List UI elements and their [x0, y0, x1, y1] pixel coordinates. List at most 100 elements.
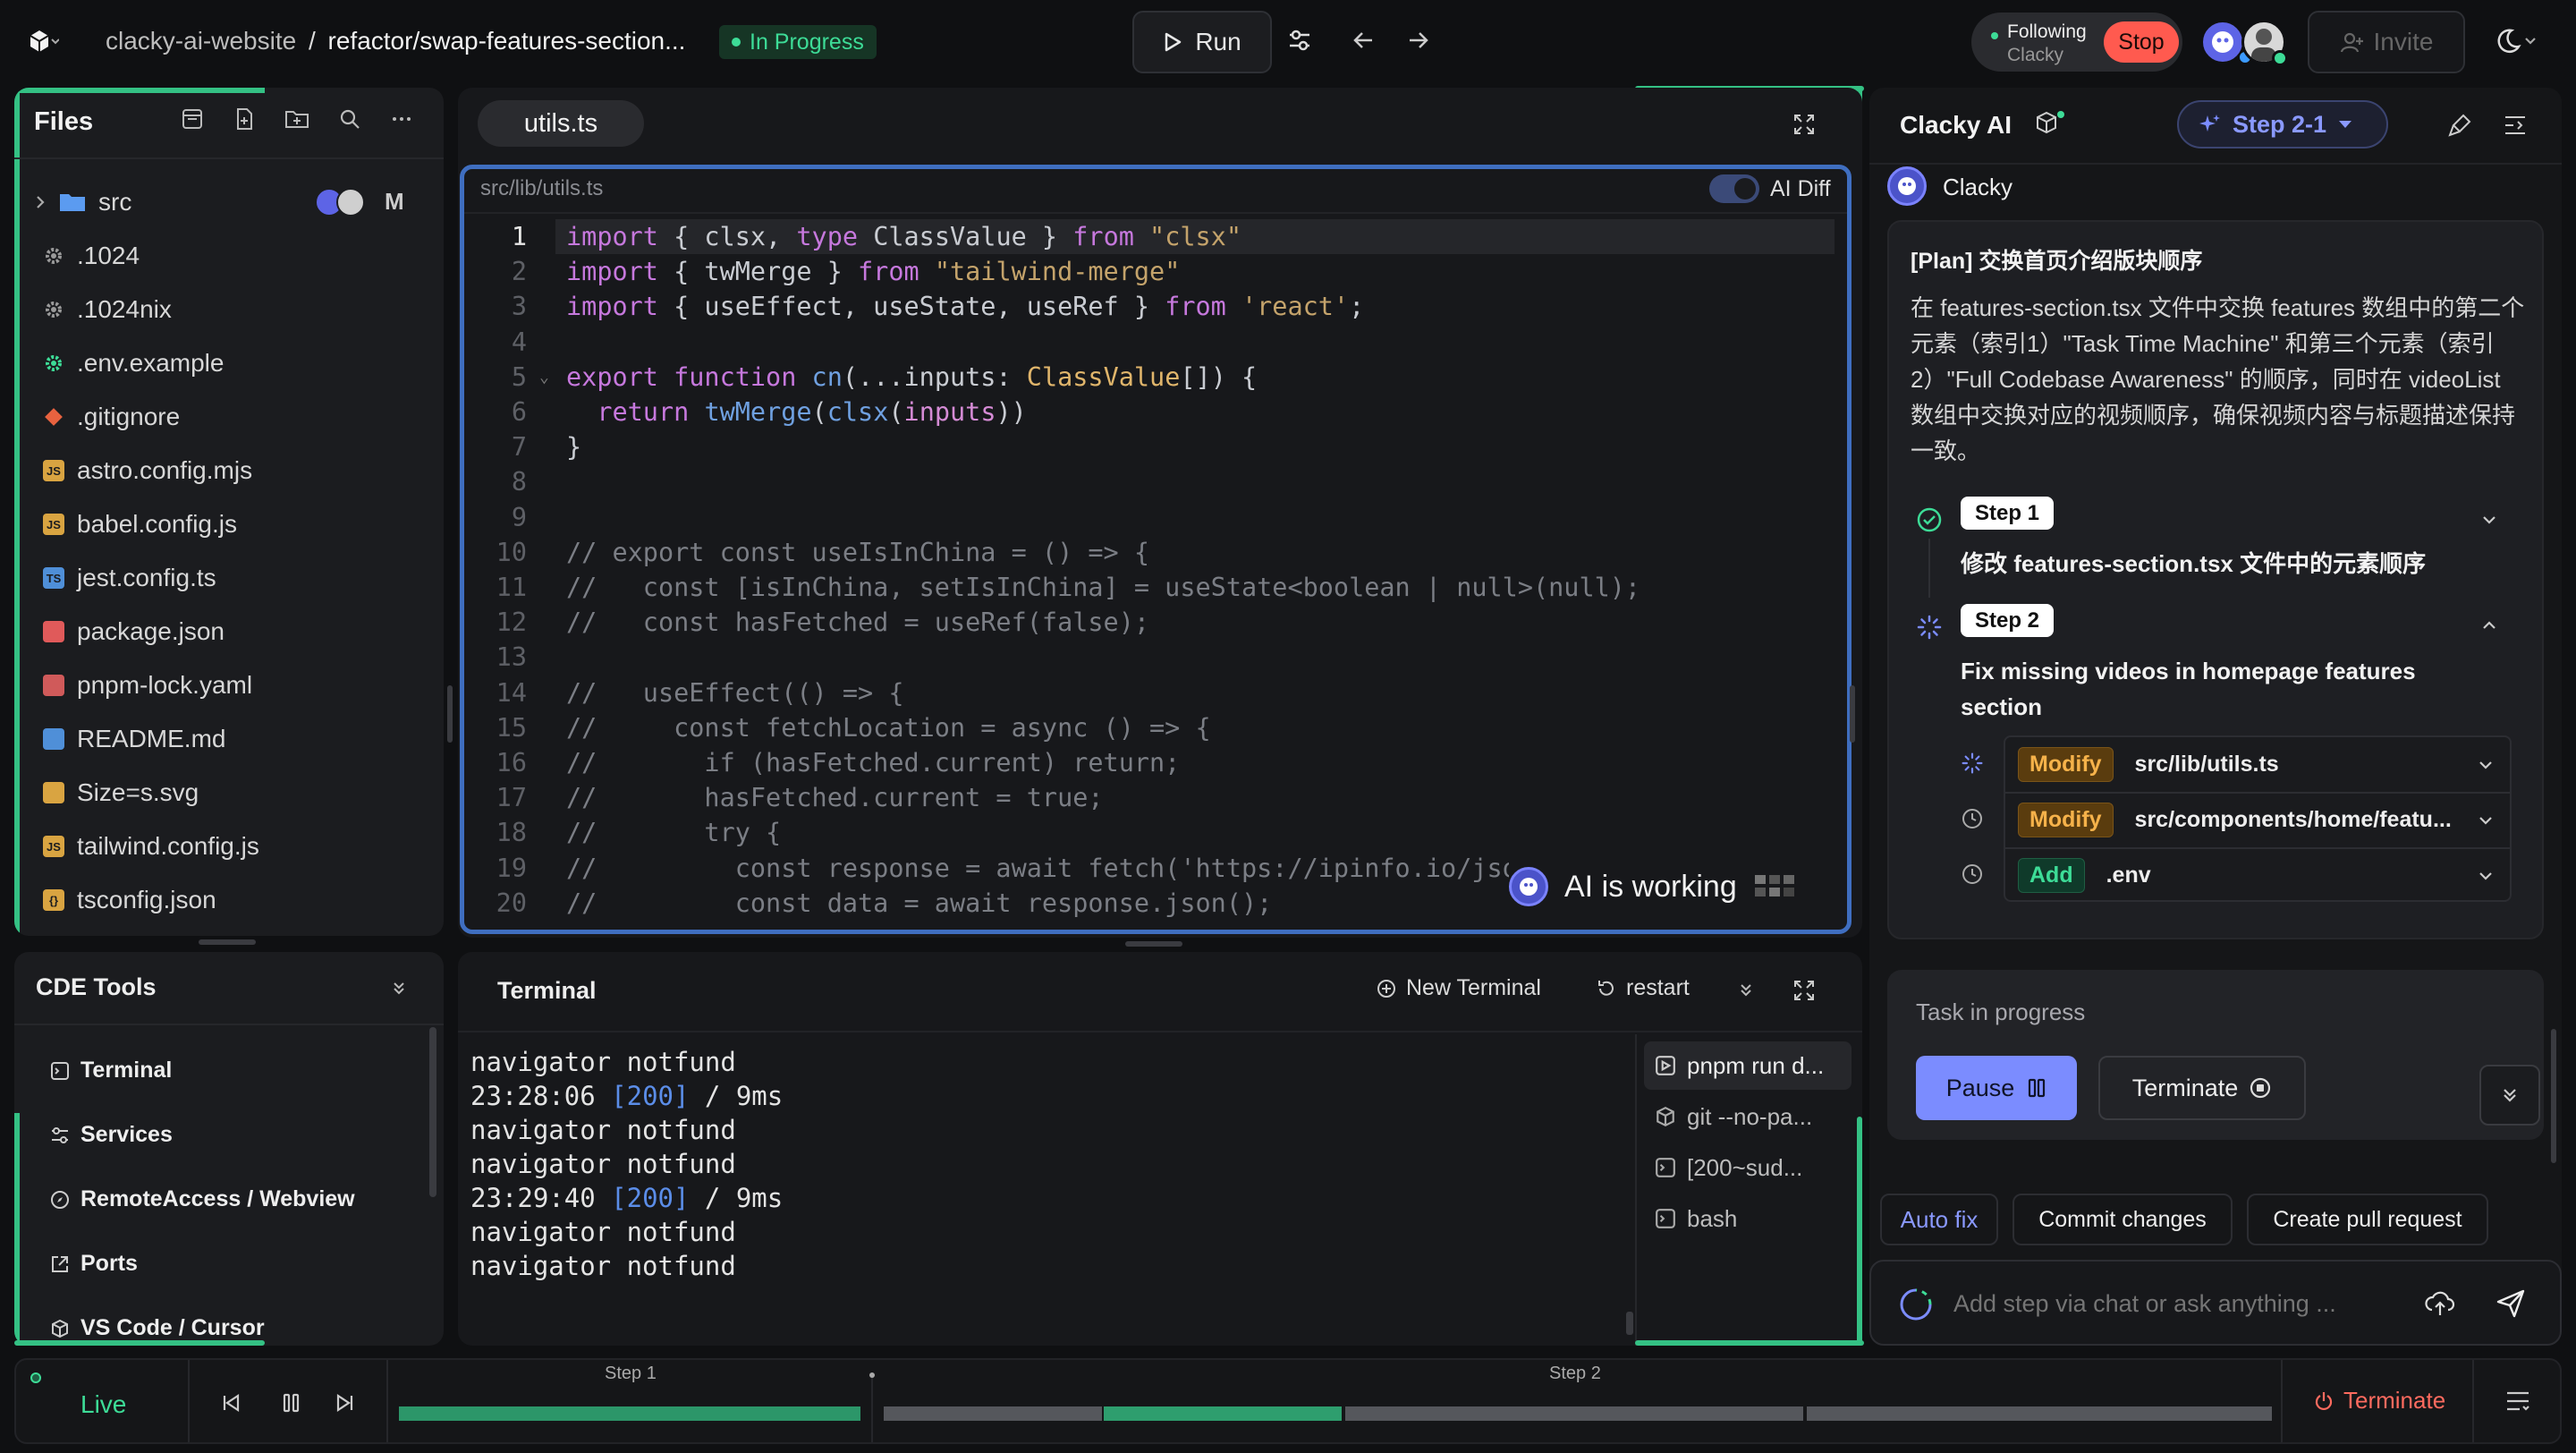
code-line[interactable]: 12 // const hasFetched = useRef(false);	[464, 605, 1842, 640]
cde-item-terminal[interactable]: Terminal	[50, 1058, 172, 1083]
collapse-all-icon[interactable]	[181, 107, 204, 131]
terminal-session-item[interactable]: bash	[1644, 1194, 1852, 1243]
invite-button[interactable]: Invite	[2308, 11, 2465, 73]
file-tree-item[interactable]: JS babel.config.js	[14, 497, 444, 551]
scrollbar[interactable]	[429, 1027, 436, 1197]
collapse-icon[interactable]	[390, 979, 408, 997]
code-line[interactable]: 8	[464, 464, 1842, 499]
breadcrumb-branch[interactable]: refactor/swap-features-section...	[328, 27, 686, 55]
file-tree-item[interactable]: .1024nix	[14, 283, 444, 336]
new-file-icon[interactable]	[233, 107, 256, 131]
code-line[interactable]: 1 import { clsx, type ClassValue } from "…	[464, 219, 1842, 254]
theme-toggle-icon[interactable]	[2492, 27, 2540, 55]
file-tree-item[interactable]: TS jest.config.ts	[14, 551, 444, 605]
run-button[interactable]: Run	[1132, 11, 1272, 73]
terminal-session-item[interactable]: git --no-pa...	[1644, 1092, 1852, 1141]
file-tree-item[interactable]: JS astro.config.mjs	[14, 444, 444, 497]
dock-panel-icon[interactable]	[2503, 113, 2528, 138]
resize-handle[interactable]	[447, 685, 453, 743]
resize-handle[interactable]	[1125, 941, 1182, 947]
pause-button[interactable]: Pause	[1916, 1056, 2077, 1120]
chevron-up-icon[interactable]	[2479, 616, 2499, 635]
chevron-down-icon[interactable]	[2476, 811, 2496, 830]
code-line[interactable]: 13	[464, 640, 1842, 675]
cde-item-remote-access[interactable]: RemoteAccess / Webview	[50, 1186, 355, 1212]
fold-chevron-icon[interactable]: ⌄	[539, 360, 549, 395]
skip-back-icon[interactable]	[220, 1392, 243, 1414]
chevron-down-icon[interactable]	[2476, 755, 2496, 775]
send-icon[interactable]	[2496, 1288, 2526, 1319]
cde-item-vscode[interactable]: VS Code / Cursor	[50, 1315, 265, 1341]
code-line[interactable]: 4	[464, 325, 1842, 360]
new-terminal-button[interactable]: New Terminal	[1376, 975, 1541, 1001]
terminal-output[interactable]: navigator notfund 23:28:06 [200] / 9ms nav…	[470, 1045, 1365, 1331]
file-tree-item-src[interactable]: src M	[14, 175, 444, 229]
chevron-down-icon[interactable]	[2476, 866, 2496, 886]
terminate-button[interactable]: Terminate	[2098, 1056, 2306, 1120]
upload-cloud-icon[interactable]	[2424, 1288, 2456, 1319]
code-line[interactable]: 10 // export const useIsInChina = () => {	[464, 535, 1842, 570]
forward-arrow-icon[interactable]	[1406, 29, 1429, 52]
timeline-terminate-button[interactable]: Terminate	[2313, 1387, 2445, 1415]
back-arrow-icon[interactable]	[1352, 29, 1376, 52]
code-line[interactable]: 18 // try {	[464, 815, 1842, 850]
file-tree-item[interactable]: .1024	[14, 229, 444, 283]
app-logo-icon[interactable]	[27, 29, 59, 54]
file-tree-item[interactable]: pnpm-lock.yaml	[14, 659, 444, 712]
scrollbar[interactable]	[1626, 1312, 1633, 1335]
subtask-row[interactable]: Add .env	[2005, 848, 2510, 903]
cde-item-services[interactable]: Services	[50, 1122, 173, 1148]
expand-icon[interactable]	[1792, 979, 1816, 1002]
code-line[interactable]: 14 // useEffect(() => {	[464, 676, 1842, 710]
code-line[interactable]: 16 // if (hasFetched.current) return;	[464, 745, 1842, 780]
settings-sliders-icon[interactable]	[1286, 27, 1313, 54]
code-line[interactable]: 5 ⌄ export function cn(...inputs: ClassVal…	[464, 360, 1842, 395]
file-tree-item[interactable]: package.json	[14, 605, 444, 659]
live-label[interactable]: Live	[80, 1390, 126, 1419]
code-line[interactable]: 3 import { useEffect, useState, useRef } …	[464, 289, 1842, 324]
stop-button[interactable]: Stop	[2104, 21, 2179, 63]
file-tree-item[interactable]: .gitignore	[14, 390, 444, 444]
scrollbar[interactable]	[2551, 1029, 2556, 1163]
code-editor[interactable]: src/lib/utils.ts AI Diff 1 import { clsx,…	[460, 165, 1852, 934]
breadcrumb-project[interactable]: clacky-ai-website	[106, 27, 296, 55]
restart-button[interactable]: restart	[1596, 975, 1690, 1001]
expand-icon[interactable]	[1792, 113, 1816, 136]
cde-item-ports[interactable]: Ports	[50, 1251, 138, 1277]
toggle-switch[interactable]	[1709, 174, 1759, 203]
list-menu-icon[interactable]	[2504, 1389, 2531, 1414]
resize-handle[interactable]	[1850, 685, 1855, 743]
pause-icon[interactable]	[281, 1392, 302, 1414]
subtask-row[interactable]: Modify src/lib/utils.ts	[2005, 737, 2510, 792]
file-tree-item[interactable]: JS tailwind.config.js	[14, 820, 444, 873]
chat-input[interactable]	[1953, 1283, 2401, 1324]
terminal-session-item[interactable]: [200~sud...	[1644, 1143, 1852, 1192]
step-selector[interactable]: Step 2-1	[2177, 100, 2388, 149]
timeline-segment[interactable]	[399, 1406, 860, 1421]
create-pr-button[interactable]: Create pull request	[2247, 1194, 2488, 1245]
file-tree-item[interactable]: Size=s.svg	[14, 766, 444, 820]
commit-changes-button[interactable]: Commit changes	[2012, 1194, 2233, 1245]
auto-fix-button[interactable]: Auto fix	[1880, 1194, 1998, 1245]
file-tree-item[interactable]: README.md	[14, 712, 444, 766]
timeline-segment[interactable]	[1345, 1406, 1803, 1421]
resize-handle[interactable]	[199, 939, 256, 945]
timeline-segment[interactable]	[884, 1406, 1102, 1421]
subtask-row[interactable]: Modify src/components/home/featu...	[2005, 793, 2510, 847]
code-line[interactable]: 7}	[464, 429, 1842, 464]
file-tree-item[interactable]: .env.example	[14, 336, 444, 390]
ai-diff-toggle[interactable]: AI Diff	[1709, 174, 1831, 203]
file-tree-item[interactable]: {} tsconfig.json	[14, 873, 444, 927]
collapse-button[interactable]	[2479, 1065, 2540, 1126]
code-line[interactable]: 6 return twMerge(clsx(inputs))	[464, 395, 1842, 429]
search-icon[interactable]	[338, 107, 361, 131]
brush-icon[interactable]	[2447, 113, 2472, 138]
code-line[interactable]: 17 // hasFetched.current = true;	[464, 780, 1842, 815]
code-line[interactable]: 9	[464, 500, 1842, 535]
tab-utils-ts[interactable]: utils.ts	[478, 100, 644, 147]
chevron-down-icon[interactable]	[2479, 510, 2499, 530]
code-line[interactable]: 15 // const fetchLocation = async () => {	[464, 710, 1842, 745]
collapse-icon[interactable]	[1737, 981, 1755, 998]
terminal-session-item[interactable]: pnpm run d...	[1644, 1041, 1852, 1090]
new-folder-icon[interactable]	[284, 107, 309, 131]
